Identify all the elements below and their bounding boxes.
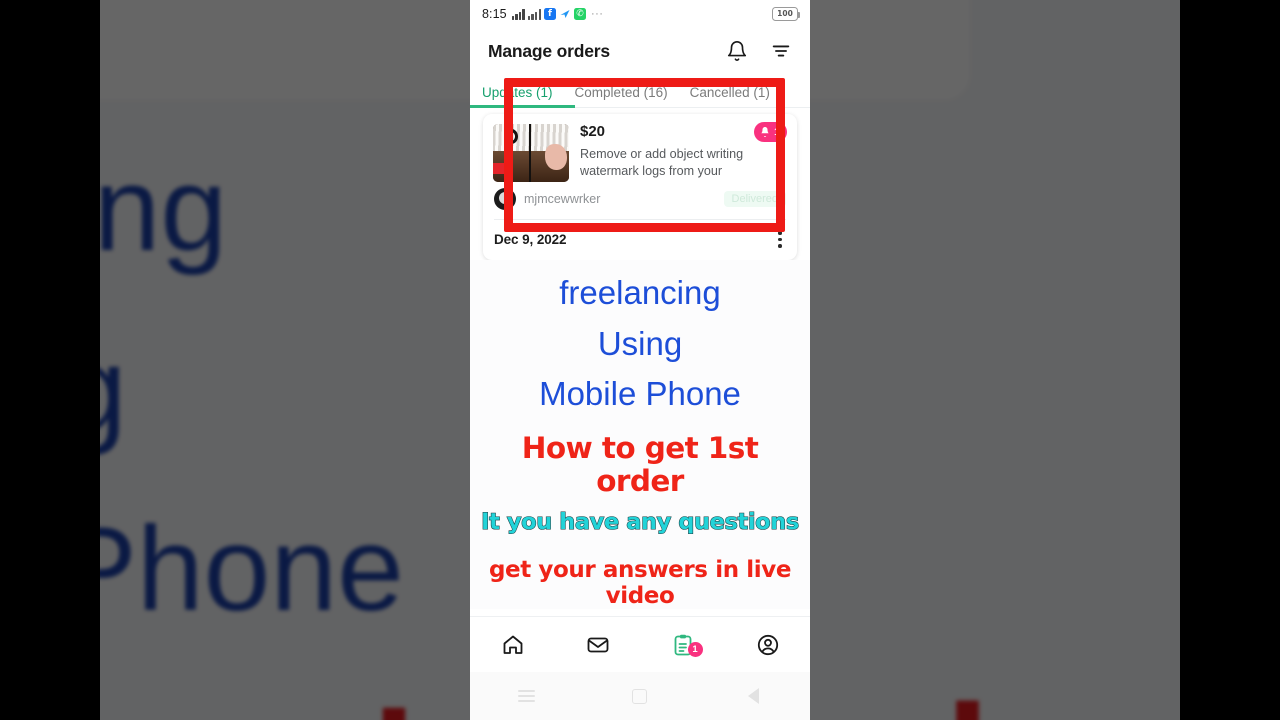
order-date: Dec 9, 2022 — [494, 231, 567, 247]
background-overlay-line2: Using — [100, 320, 127, 458]
order-description: Remove or add object writing watermark l… — [580, 146, 744, 178]
promo-line-3: Mobile Phone — [539, 375, 741, 413]
whatsapp-icon: ✆ — [573, 8, 586, 20]
screenshot-stage: Dec 9, 2022 freelancing Using Mobile Pho… — [0, 0, 1280, 720]
background-overlay-line3: Mobile Phone — [100, 502, 404, 636]
back-triangle-icon — [747, 688, 759, 704]
order-list: $20 Remove or add object writing waterma… — [470, 108, 810, 260]
order-notification-badge[interactable]: 1 — [754, 122, 787, 142]
sys-back-button[interactable] — [697, 688, 810, 704]
status-badge: Delivered — [723, 191, 786, 207]
order-card-main: $20 Remove or add object writing waterma… — [483, 114, 797, 188]
badge-count: 1 — [774, 126, 780, 138]
bell-icon[interactable] — [726, 40, 748, 62]
status-bar-time: 8:15 — [482, 7, 507, 21]
promo-line-2: Using — [597, 324, 683, 362]
background-overlay-line1: freelancing — [100, 142, 228, 276]
promo-line-1: freelancing — [559, 273, 721, 311]
home-icon — [503, 635, 522, 654]
recents-menu-icon — [518, 687, 536, 704]
nav-item-orders[interactable]: 1 — [640, 633, 725, 657]
filter-icon[interactable] — [770, 40, 792, 62]
signal-bars-icon-2 — [527, 8, 541, 20]
order-thumbnail[interactable] — [493, 124, 569, 182]
active-tab-underline — [470, 105, 575, 108]
sys-recents-button[interactable] — [470, 687, 583, 704]
app-bar-actions — [726, 40, 792, 62]
order-card[interactable]: $20 Remove or add object writing waterma… — [483, 114, 797, 260]
promo-cta: get your answers in live video — [488, 557, 792, 610]
app-bar: Manage orders — [470, 28, 810, 74]
order-card-info: $20 Remove or add object writing waterma… — [580, 122, 787, 182]
nav-item-home[interactable] — [470, 633, 555, 657]
nav-item-account[interactable] — [725, 633, 810, 657]
battery-icon: 100 — [772, 7, 801, 21]
bottom-navigation: 1 — [470, 616, 810, 672]
order-card-footer: Dec 9, 2022 — [483, 220, 797, 260]
tab-cancelled[interactable]: Cancelled (1) — [690, 85, 770, 108]
order-status-tabs: Updates (1) Completed (16) Cancelled (1) — [470, 74, 810, 108]
bell-icon — [761, 127, 769, 137]
promo-overlay: freelancing Using Mobile Phone How to ge… — [470, 259, 810, 610]
battery-level: 100 — [777, 9, 793, 19]
promo-headline: How to get 1st order — [521, 431, 759, 498]
envelope-icon — [587, 637, 608, 652]
avatar — [494, 188, 516, 210]
tab-completed[interactable]: Completed (16) — [575, 85, 668, 108]
status-overflow-dots-icon: ··· — [590, 8, 604, 20]
signal-bars-icon — [511, 8, 525, 20]
account-circle-icon — [757, 634, 778, 655]
promo-subhead: It you have any questions — [481, 509, 800, 536]
phone-screen: 8:15 f ✆ ··· 100 Manage orders Updates (… — [470, 0, 810, 720]
order-seller-row: mjmcewwrker Delivered — [483, 188, 797, 219]
system-navigation-bar — [470, 672, 810, 720]
nav-item-inbox[interactable] — [555, 633, 640, 657]
status-bar-right: 100 — [772, 7, 801, 21]
messenger-icon — [560, 10, 570, 18]
sys-home-button[interactable] — [583, 688, 696, 704]
kebab-menu-icon[interactable] — [774, 229, 786, 250]
home-square-icon — [632, 688, 648, 704]
orders-badge: 1 — [687, 641, 703, 657]
facebook-icon: f — [543, 8, 556, 20]
seller-name: mjmcewwrker — [524, 192, 601, 206]
page-title: Manage orders — [488, 40, 610, 61]
status-bar: 8:15 f ✆ ··· 100 — [470, 0, 810, 28]
status-bar-icons: f ✆ ··· — [511, 8, 604, 20]
